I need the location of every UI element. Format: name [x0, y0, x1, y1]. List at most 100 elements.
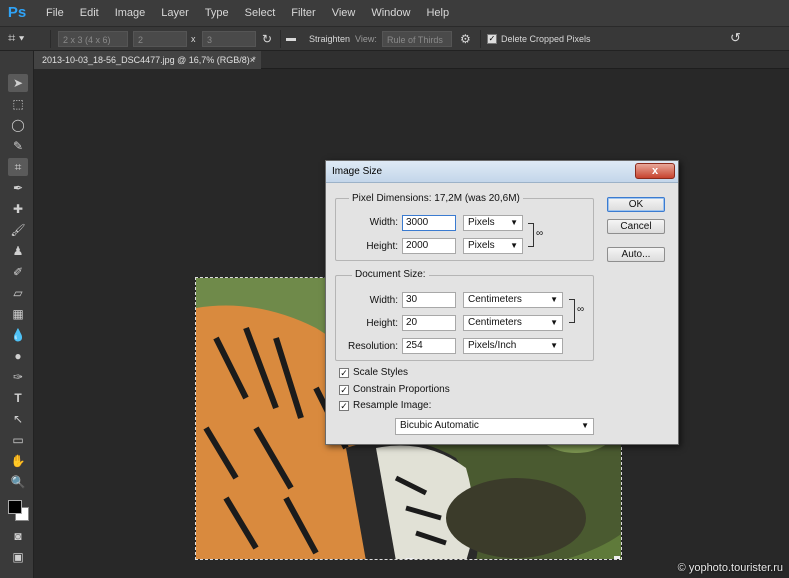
- cancel-button[interactable]: Cancel: [607, 219, 665, 234]
- chain-link-icon: ∞: [536, 228, 544, 239]
- close-dialog-button[interactable]: x: [635, 163, 675, 179]
- menu-window[interactable]: Window: [363, 7, 418, 19]
- rectangle-tool-icon[interactable]: ▭: [8, 431, 28, 449]
- chevron-down-icon: ▼: [581, 421, 589, 430]
- eyedropper-tool-icon[interactable]: ✒: [8, 179, 28, 197]
- screen-mode-icon[interactable]: ▣: [8, 548, 28, 566]
- menu-image[interactable]: Image: [107, 7, 154, 19]
- doc-width-label: Width:: [369, 295, 398, 306]
- chevron-down-icon: ▼: [550, 295, 558, 304]
- swap-label: x: [191, 34, 196, 44]
- menu-view[interactable]: View: [324, 7, 364, 19]
- quick-mask-icon[interactable]: ◙: [8, 527, 28, 545]
- separator: [50, 30, 51, 48]
- straighten-button[interactable]: Straighten: [309, 31, 350, 47]
- separator: [480, 30, 481, 48]
- blur-tool-icon[interactable]: 💧: [8, 326, 28, 344]
- pen-tool-icon[interactable]: ✑: [8, 368, 28, 386]
- resolution-label: Resolution:: [347, 341, 398, 352]
- reset-icon[interactable]: ↺: [730, 30, 746, 46]
- document-tab-title: 2013-10-03_18-56_DSC4477.jpg @ 16,7% (RG…: [42, 55, 256, 65]
- resample-image-checkbox[interactable]: ✓: [339, 401, 349, 411]
- scale-styles-checkbox[interactable]: ✓: [339, 368, 349, 378]
- doc-link-bracket: [569, 299, 575, 323]
- view-label: View:: [355, 34, 377, 44]
- foreground-color-swatch[interactable]: [8, 500, 22, 514]
- menu-type[interactable]: Type: [197, 7, 237, 19]
- path-selection-icon[interactable]: ↖: [8, 410, 28, 428]
- gear-icon[interactable]: ⚙: [460, 31, 474, 47]
- menu-edit[interactable]: Edit: [72, 7, 107, 19]
- document-tab-bar: 2013-10-03_18-56_DSC4477.jpg @ 16,7% (RG…: [34, 51, 789, 69]
- pixel-dimensions-title: Pixel Dimensions: 17,2M (was 20,6M): [349, 193, 523, 204]
- quick-selection-tool-icon[interactable]: ✎: [8, 137, 28, 155]
- pixel-height-input[interactable]: 2000: [402, 238, 456, 254]
- brush-tool-icon[interactable]: 🖌: [8, 221, 28, 239]
- healing-brush-icon[interactable]: ✚: [8, 200, 28, 218]
- constrain-proportions-checkbox[interactable]: ✓: [339, 385, 349, 395]
- menu-layer[interactable]: Layer: [153, 7, 197, 19]
- doc-height-label: Height:: [366, 318, 398, 329]
- pixel-dimensions-value: 17,2M (was 20,6M): [434, 193, 520, 204]
- pixel-height-unit-select[interactable]: Pixels ▼: [463, 238, 523, 254]
- doc-width-unit: Centimeters: [468, 294, 522, 305]
- move-tool-icon[interactable]: ➤: [8, 74, 28, 92]
- history-brush-icon[interactable]: ✐: [8, 263, 28, 281]
- watermark: © yophoto.tourister.ru: [677, 562, 783, 574]
- resolution-unit-select[interactable]: Pixels/Inch ▼: [463, 338, 563, 354]
- menu-bar: Ps File Edit Image Layer Type Select Fil…: [0, 0, 789, 27]
- view-overlay-select[interactable]: Rule of Thirds: [382, 31, 452, 47]
- resolution-input[interactable]: 254: [402, 338, 456, 354]
- pixel-width-label: Width:: [369, 217, 398, 228]
- pixel-width-unit-select[interactable]: Pixels ▼: [463, 215, 523, 231]
- zoom-tool-icon[interactable]: 🔍: [8, 473, 28, 491]
- pixel-width-input[interactable]: 3000: [402, 215, 456, 231]
- doc-height-input[interactable]: 20: [402, 315, 456, 331]
- doc-width-input[interactable]: 30: [402, 292, 456, 308]
- pixel-dimensions-label: Pixel Dimensions:: [352, 193, 432, 204]
- close-tab-icon[interactable]: ×: [250, 51, 255, 69]
- menu-help[interactable]: Help: [418, 7, 457, 19]
- scale-styles-label: Scale Styles: [353, 367, 409, 378]
- pixel-width-unit: Pixels: [468, 217, 495, 228]
- gradient-tool-icon[interactable]: ▦: [8, 305, 28, 323]
- doc-height-unit-select[interactable]: Centimeters ▼: [463, 315, 563, 331]
- clone-stamp-icon[interactable]: ♟: [8, 242, 28, 260]
- eraser-tool-icon[interactable]: ▱: [8, 284, 28, 302]
- crop-preset-select[interactable]: 2 x 3 (4 x 6): [58, 31, 128, 47]
- crop-height-input[interactable]: 3: [202, 31, 256, 47]
- lasso-tool-icon[interactable]: ◯: [8, 116, 28, 134]
- menu-file[interactable]: File: [38, 7, 72, 19]
- dodge-tool-icon[interactable]: ●: [8, 347, 28, 365]
- menu-filter[interactable]: Filter: [283, 7, 323, 19]
- resample-method-value: Bicubic Automatic: [400, 420, 479, 431]
- crop-tool-icon[interactable]: ⌗: [8, 158, 28, 176]
- rotate-icon[interactable]: ↻: [262, 31, 276, 47]
- crop-tool-icon[interactable]: ⌗ ▾: [8, 30, 38, 46]
- crop-handle-bottom[interactable]: [406, 558, 414, 559]
- menu-select[interactable]: Select: [237, 7, 284, 19]
- pixel-height-label: Height:: [366, 241, 398, 252]
- delete-cropped-label: Delete Cropped Pixels: [501, 34, 591, 44]
- auto-button[interactable]: Auto...: [607, 247, 665, 262]
- chain-link-icon: ∞: [577, 304, 585, 315]
- constrain-proportions-label: Constrain Proportions: [353, 384, 450, 395]
- resample-method-select[interactable]: Bicubic Automatic ▼: [395, 418, 594, 435]
- crop-handle-corner[interactable]: [614, 556, 620, 559]
- doc-height-unit: Centimeters: [468, 317, 522, 328]
- type-tool-icon[interactable]: T: [8, 389, 28, 407]
- dialog-title-bar[interactable]: Image Size x: [326, 161, 678, 183]
- marquee-tool-icon[interactable]: ⬚: [8, 95, 28, 113]
- doc-width-unit-select[interactable]: Centimeters ▼: [463, 292, 563, 308]
- delete-cropped-checkbox[interactable]: ✓: [487, 34, 497, 44]
- document-tab[interactable]: 2013-10-03_18-56_DSC4477.jpg @ 16,7% (RG…: [34, 51, 261, 69]
- crop-width-input[interactable]: 2: [133, 31, 187, 47]
- ok-button[interactable]: OK: [607, 197, 665, 212]
- hand-tool-icon[interactable]: ✋: [8, 452, 28, 470]
- straighten-icon[interactable]: ▬: [286, 31, 302, 47]
- dialog-title: Image Size: [332, 166, 383, 177]
- image-size-dialog: Image Size x Pixel Dimensions: 17,2M (wa…: [325, 160, 679, 445]
- photoshop-logo: Ps: [7, 4, 27, 21]
- options-bar: ⌗ ▾ 2 x 3 (4 x 6) 2 x 3 ↻ ▬ Straighten V…: [0, 27, 789, 51]
- crop-preset-value: 2 x 3 (4 x 6): [63, 35, 111, 45]
